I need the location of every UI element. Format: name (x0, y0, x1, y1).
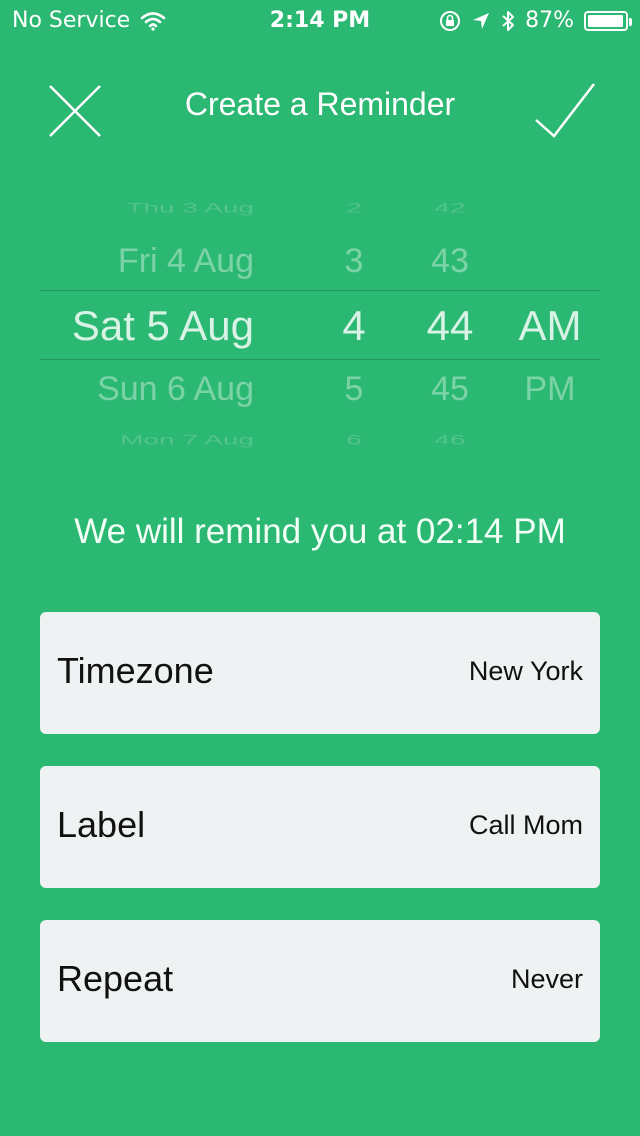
picker-date-selected[interactable]: Sat 5 Aug (72, 302, 254, 350)
battery-percent: 87% (525, 8, 574, 33)
picker-hour-selected[interactable]: 4 (320, 302, 388, 350)
picker-date[interactable]: Fri 4 Aug (118, 242, 254, 281)
picker-hour[interactable]: 5 (320, 370, 388, 409)
bluetooth-icon (502, 10, 515, 31)
picker-minute[interactable]: 46 (410, 432, 490, 448)
orientation-lock-icon (440, 10, 461, 31)
picker-date[interactable]: Mon 7 Aug (120, 432, 254, 448)
picker-hour[interactable]: 6 (320, 432, 388, 448)
label-label: Label (57, 804, 146, 845)
repeat-value: Never (510, 964, 583, 994)
location-icon (473, 12, 490, 29)
picker-minute[interactable]: 42 (410, 200, 490, 216)
picker-divider-bottom (40, 359, 600, 360)
picker-ampm-selected[interactable]: AM (505, 302, 595, 350)
label-value: Call Mom (468, 810, 583, 840)
status-bar: No Service 2:14 PM 87% (0, 0, 640, 40)
date-time-picker[interactable]: Thu 3 Aug 2 42 Fri 4 Aug 3 43 Sat 5 Aug … (0, 190, 640, 460)
picker-date[interactable]: Thu 3 Aug (126, 200, 254, 216)
header: Create a Reminder (0, 60, 640, 150)
status-right: 87% (439, 8, 632, 33)
picker-ampm[interactable]: PM (505, 370, 595, 409)
picker-minute[interactable]: 43 (410, 242, 490, 281)
timezone-value: New York (468, 656, 583, 686)
timezone-label: Timezone (57, 650, 214, 691)
picker-hour[interactable]: 2 (320, 200, 388, 216)
picker-date[interactable]: Sun 6 Aug (97, 370, 254, 409)
checkmark-icon[interactable] (532, 78, 598, 144)
timezone-row[interactable]: Timezone New York (40, 612, 600, 734)
picker-minute[interactable]: 45 (410, 370, 490, 409)
picker-hour[interactable]: 3 (320, 242, 388, 281)
repeat-label: Repeat (57, 958, 174, 999)
picker-divider-top (40, 290, 600, 291)
repeat-row[interactable]: Repeat Never (40, 920, 600, 1042)
battery-icon (584, 10, 632, 31)
label-row[interactable]: Label Call Mom (40, 766, 600, 888)
picker-minute-selected[interactable]: 44 (410, 302, 490, 350)
remind-message: We will remind you at 02:14 PM (74, 512, 566, 551)
